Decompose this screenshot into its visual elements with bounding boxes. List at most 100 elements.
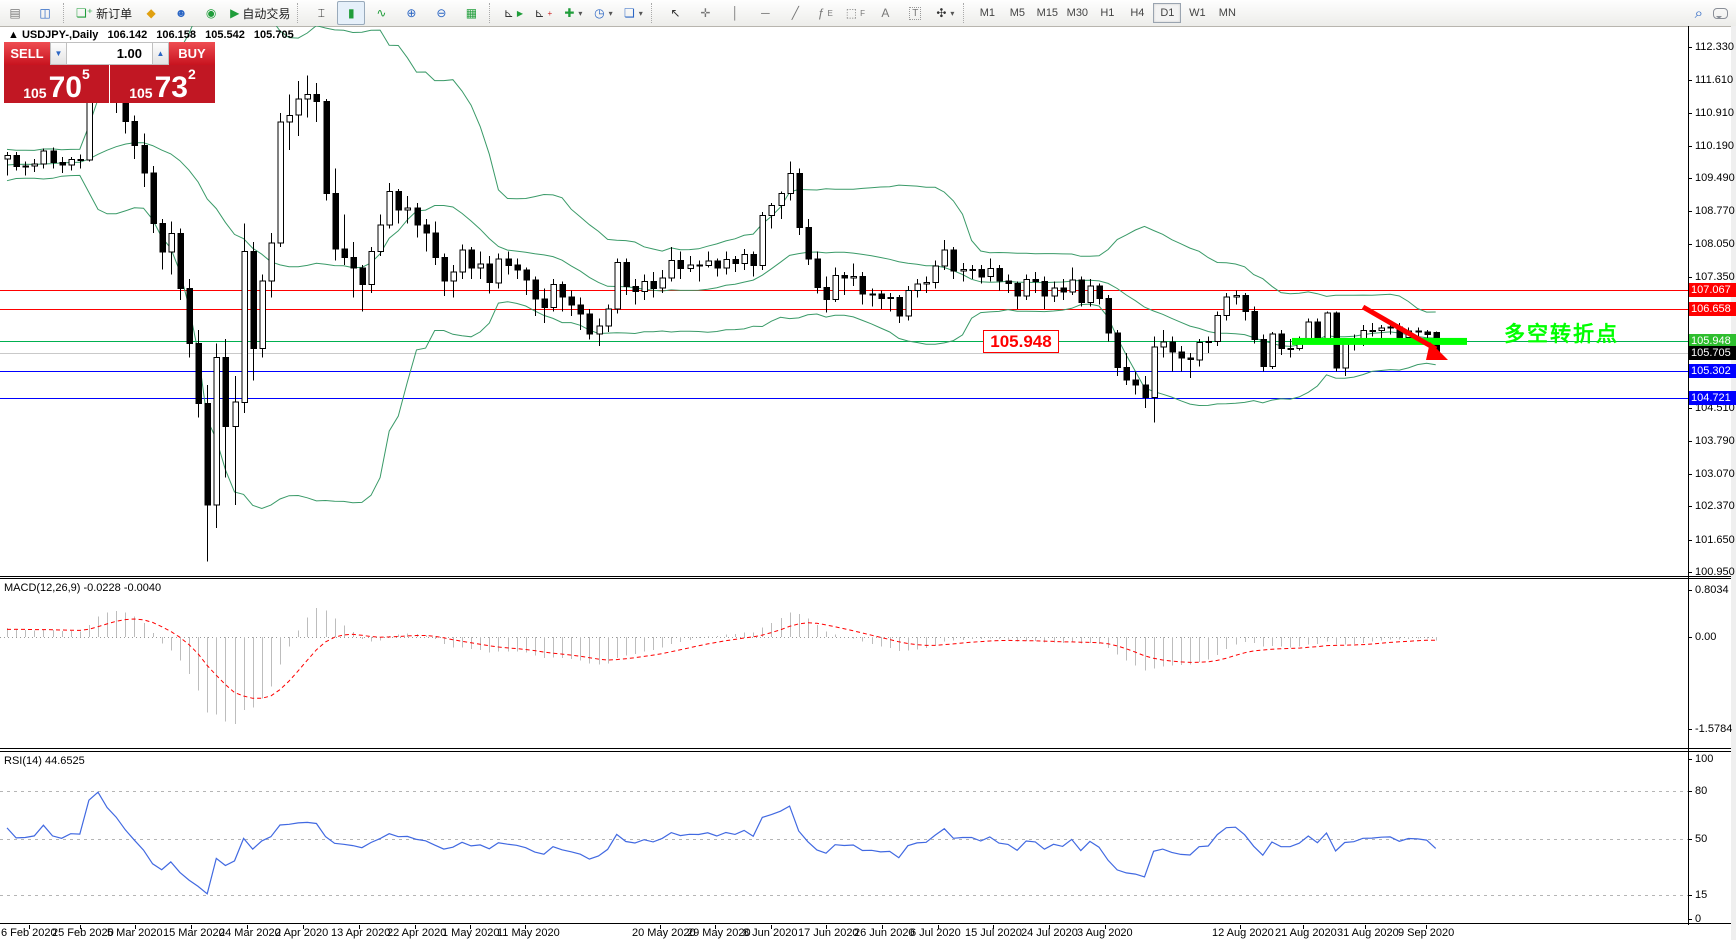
volume-input[interactable] (67, 42, 152, 65)
price-level-label: 107.067 (1689, 283, 1736, 297)
rsi-tick-label: 50 (1695, 833, 1707, 845)
line-chart-icon[interactable]: ∿ (367, 1, 395, 25)
price-tick (1688, 146, 1692, 147)
pane-divider[interactable] (0, 748, 1736, 749)
buy-price[interactable]: 105 73 2 (110, 65, 215, 103)
pane-divider[interactable] (0, 576, 1736, 577)
timeframe-m15[interactable]: M15 (1033, 3, 1061, 23)
search-icon[interactable]: ⌕ (1695, 5, 1703, 22)
vertical-line-icon[interactable]: │ (721, 1, 749, 25)
fibonacci-icon[interactable]: ƒE (811, 1, 839, 25)
templates-icon[interactable]: ❏▾ (619, 1, 647, 25)
price-tick (1688, 80, 1692, 81)
time-label: 26 Jun 2020 (854, 927, 915, 939)
rsi-indicator-label: RSI(14) 44.6525 (4, 755, 85, 767)
buy-button[interactable]: BUY (169, 42, 215, 65)
text-label-icon[interactable]: T (901, 1, 929, 25)
one-click-trading-panel: SELL ▼ ▲ BUY 105 70 5 105 73 2 (4, 42, 215, 103)
time-tick (415, 925, 416, 929)
zoom-in-icon[interactable]: ⊕ (397, 1, 425, 25)
time-tick (993, 925, 994, 929)
time-tick (1240, 925, 1241, 929)
horizontal-line-icon[interactable]: ─ (751, 1, 779, 25)
price-tick (1688, 211, 1692, 212)
price-tick (1688, 113, 1692, 114)
lime-trend-segment[interactable] (1292, 338, 1467, 345)
time-label: 25 Feb 2020 (52, 927, 114, 939)
volume-decrease-button[interactable]: ▼ (50, 42, 67, 65)
rsi-tick (1688, 759, 1692, 760)
timeframe-h4[interactable]: H4 (1123, 3, 1151, 23)
volume-increase-button[interactable]: ▲ (152, 42, 169, 65)
symbol-period: USDJPY-,Daily (22, 29, 98, 41)
tile-windows-icon[interactable]: ▦ (457, 1, 485, 25)
timeframe-h1[interactable]: H1 (1093, 3, 1121, 23)
price-tick-label: 109.490 (1695, 172, 1735, 184)
messenger-icon[interactable]: ☻ (167, 1, 195, 25)
rsi-tick-label: 100 (1695, 753, 1713, 765)
price-tick-label: 103.070 (1695, 468, 1735, 480)
autotrading-button[interactable]: ▶ 自动交易 (227, 1, 293, 25)
ohlc-low: 105.542 (205, 29, 245, 41)
price-tick-label: 110.910 (1695, 107, 1734, 119)
timeframe-d1[interactable]: D1 (1153, 3, 1181, 23)
macd-histogram (8, 608, 1437, 724)
price-tick-label: 107.350 (1695, 271, 1735, 283)
sell-price[interactable]: 105 70 5 (4, 65, 110, 103)
rsi-line (7, 792, 1436, 894)
sell-price-base: 105 (23, 86, 46, 100)
candles[interactable] (5, 52, 1440, 562)
rsi-tick (1688, 895, 1692, 896)
sell-button[interactable]: SELL (4, 42, 50, 65)
autotrading-icon: ▶ (230, 6, 239, 20)
grid-icon[interactable]: ⬚F (841, 1, 869, 25)
new-order-button[interactable]: ❏⁺ 新订单 (73, 1, 135, 25)
timeframe-m30[interactable]: M30 (1063, 3, 1091, 23)
periods-icon[interactable]: ◷▾ (589, 1, 617, 25)
timeframe-m5[interactable]: M5 (1003, 3, 1031, 23)
price-tick (1688, 540, 1692, 541)
timeframe-w1[interactable]: W1 (1183, 3, 1211, 23)
timeframe-mn[interactable]: MN (1213, 3, 1241, 23)
macd-tick (1688, 637, 1692, 638)
indicator-windows-icon[interactable]: ⊾+ (529, 1, 557, 25)
candlestick-chart-icon[interactable]: ▮ (337, 1, 365, 25)
add-indicator-icon[interactable]: ✚▾ (559, 1, 587, 25)
bar-chart-icon[interactable]: ⌶ (307, 1, 335, 25)
rsi-tick (1688, 919, 1692, 920)
signals-icon[interactable]: ◉ (197, 1, 225, 25)
rsi-tick (1688, 839, 1692, 840)
indicators-icon[interactable]: ⊾▶ (499, 1, 527, 25)
collapse-marker-icon[interactable]: ▲ (8, 29, 19, 41)
timeframe-m1[interactable]: M1 (973, 3, 1001, 23)
time-tick (660, 925, 661, 929)
trendline-icon[interactable]: ╱ (781, 1, 809, 25)
main-chart[interactable] (0, 26, 1688, 576)
price-tick (1688, 47, 1692, 48)
time-tick (359, 925, 360, 929)
price-tick-label: 101.650 (1695, 534, 1735, 546)
arrows-tool-icon[interactable]: ✣▾ (931, 1, 959, 25)
sell-price-sup: 5 (82, 67, 90, 81)
metaeditor-icon[interactable]: ◆ (137, 1, 165, 25)
price-level-label: 106.658 (1689, 302, 1736, 316)
rsi-tick-label: 0 (1695, 913, 1701, 925)
price-annotation-box[interactable]: 105.948 (983, 330, 1059, 353)
turning-point-annotation[interactable]: 多空转折点 (1504, 318, 1619, 348)
cursor-icon[interactable]: ↖ (661, 1, 689, 25)
rsi-pane[interactable] (0, 752, 1688, 923)
sell-price-big: 70 (49, 75, 82, 101)
profiles-icon[interactable]: ◫ (31, 1, 59, 25)
price-tick (1688, 244, 1692, 245)
macd-pane[interactable] (0, 579, 1688, 748)
zoom-out-icon[interactable]: ⊖ (427, 1, 455, 25)
buy-price-big: 73 (155, 75, 188, 101)
time-label: 15 Mar 2020 (163, 927, 225, 939)
text-tool-icon[interactable]: A (871, 1, 899, 25)
price-tick-label: 112.330 (1695, 41, 1734, 53)
macd-tick (1688, 590, 1692, 591)
crosshair-icon[interactable]: ✛ (691, 1, 719, 25)
new-chart-icon[interactable]: ▤ (1, 1, 29, 25)
bollinger-upper (7, 26, 1436, 312)
chat-icon[interactable] (1713, 8, 1728, 19)
